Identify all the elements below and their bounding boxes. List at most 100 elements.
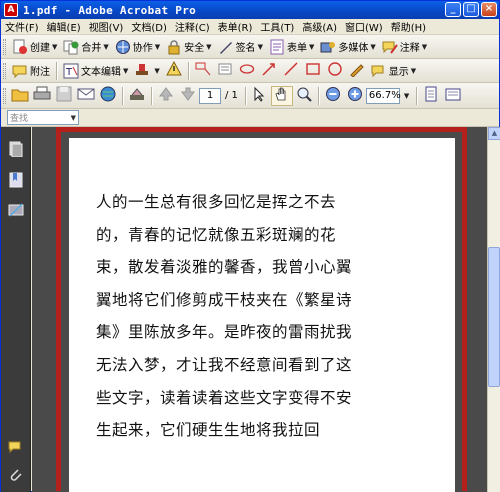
signatures-panel-icon[interactable]	[8, 202, 24, 218]
toolbar-separator	[187, 61, 189, 80]
show-label: 显示	[388, 67, 409, 78]
zoom-out-button[interactable]	[322, 86, 344, 106]
vertical-scrollbar[interactable]: ▲	[487, 127, 500, 492]
sticky-note-button[interactable]: 附注	[9, 61, 53, 81]
collaborate-button[interactable]: 协作 ▼	[112, 37, 163, 57]
menu-view[interactable]: 视图(V)	[85, 19, 128, 34]
acrobat-app-icon[interactable]: A	[4, 3, 18, 17]
save-button[interactable]	[53, 86, 75, 106]
show-comments-icon	[371, 63, 387, 79]
zoom-level-field[interactable]: 66.7%	[365, 87, 401, 104]
page-total-label: / 1	[225, 90, 238, 101]
chevron-down-icon: ▼	[154, 42, 161, 51]
chevron-down-icon: ▼	[206, 42, 212, 51]
multimedia-button[interactable]: 多媒体 ▼	[317, 37, 378, 57]
scroll-up-arrow-icon[interactable]: ▲	[488, 127, 500, 140]
stamp-icon	[134, 63, 150, 79]
minimize-button[interactable]: _	[445, 2, 461, 17]
toolbar-grip[interactable]	[3, 38, 6, 55]
chevron-down-icon: ▼	[410, 66, 417, 75]
pages-panel-icon[interactable]	[8, 141, 24, 158]
zoom-in-icon	[347, 86, 363, 106]
menu-window[interactable]: 窗口(W)	[341, 19, 387, 34]
sticky-note-label: 附注	[30, 67, 50, 78]
open-button[interactable]	[9, 86, 31, 106]
folder-open-icon	[11, 86, 29, 106]
text-box-tool-button[interactable]	[214, 61, 236, 81]
toolbar-grip[interactable]	[3, 87, 6, 104]
sticky-note-icon	[12, 63, 28, 79]
maximize-button[interactable]: □	[463, 2, 479, 17]
scrollbar-thumb[interactable]	[488, 247, 500, 387]
comments-panel-icon[interactable]	[8, 439, 24, 455]
menu-comments[interactable]: 注释(C)	[171, 19, 214, 34]
text-edits-button[interactable]: T 文本编辑 ▼	[60, 61, 131, 81]
marquee-zoom-button[interactable]	[293, 86, 315, 106]
toolbar-separator	[122, 86, 123, 105]
forms-button[interactable]: 表单 ▼	[266, 37, 317, 57]
print-button[interactable]	[31, 86, 53, 106]
text-edit-icon: T	[63, 63, 79, 79]
printer-icon	[33, 86, 51, 106]
chevron-down-icon: ▼	[52, 42, 58, 51]
chevron-down-icon: ▼	[123, 66, 129, 75]
highlight-text-button[interactable]	[163, 60, 185, 81]
document-text-line: 些文字，读着读着这些文字变得不安	[96, 388, 353, 407]
fit-page-button[interactable]	[420, 86, 442, 106]
sign-label: 签名	[235, 43, 256, 54]
title-bar[interactable]: A 1.pdf - Adobe Acrobat Pro _ □ ×	[1, 1, 499, 19]
web-button[interactable]	[97, 86, 119, 106]
hand-tool-button[interactable]	[270, 85, 293, 106]
callout-tool-button[interactable]	[192, 61, 214, 81]
menu-advanced[interactable]: 高级(A)	[298, 19, 341, 34]
cloud-tool-button[interactable]	[236, 61, 258, 81]
arrow-tool-button[interactable]	[258, 61, 280, 81]
palette-icon	[129, 86, 145, 106]
attachments-paperclip-icon[interactable]	[8, 467, 24, 483]
form-icon	[269, 39, 285, 55]
sign-button[interactable]: 签名 ▼	[215, 37, 266, 57]
document-body-text: 人的一生总有很多回忆是挥之不去 的，青春的记忆就像五彩斑斓的花 束，散发着淡雅的…	[96, 186, 356, 447]
email-button[interactable]	[75, 86, 97, 106]
chevron-down-icon: ▼	[103, 42, 109, 51]
envelope-icon	[77, 86, 95, 106]
combine-files-button[interactable]: 合并 ▼	[60, 37, 111, 57]
menu-forms[interactable]: 表单(R)	[214, 19, 257, 34]
comment-label: 注释	[399, 43, 420, 54]
zoom-dropdown-chevron-icon[interactable]: ▼	[404, 92, 409, 100]
menu-file[interactable]: 文件(F)	[1, 19, 43, 34]
forms-label: 表单	[286, 43, 307, 54]
next-page-button[interactable]	[177, 86, 199, 106]
pencil-tool-button[interactable]	[346, 61, 368, 81]
page-number-input[interactable]: 1	[199, 87, 221, 104]
acrobat-window: A 1.pdf - Adobe Acrobat Pro _ □ × 文件(F) …	[0, 0, 500, 492]
close-button[interactable]: ×	[481, 2, 497, 17]
highlight-frame: 人的一生总有很多回忆是挥之不去 的，青春的记忆就像五彩斑斓的花 束，散发着淡雅的…	[56, 127, 467, 492]
text-edits-label: 文本编辑	[81, 67, 121, 78]
chevron-down-icon: ▼	[308, 42, 315, 51]
bookmarks-panel-icon[interactable]	[8, 172, 24, 188]
fit-width-button[interactable]	[442, 86, 464, 106]
svg-text:T: T	[65, 67, 73, 78]
menu-edit[interactable]: 编辑(E)	[43, 19, 85, 34]
menu-help[interactable]: 帮助(H)	[387, 19, 430, 34]
menu-document[interactable]: 文档(D)	[127, 19, 171, 34]
search-dropdown-chevron-icon[interactable]: ▼	[71, 114, 76, 122]
toolbar-grip[interactable]	[3, 62, 6, 79]
secure-button[interactable]: 安全 ▼	[163, 37, 214, 57]
show-button[interactable]: 显示 ▼	[368, 61, 419, 81]
zoom-in-button[interactable]	[344, 86, 366, 106]
select-tool-button[interactable]	[249, 86, 271, 106]
create-pdf-button[interactable]: 创建 ▼	[9, 37, 60, 57]
line-icon	[283, 61, 299, 81]
pdf-page[interactable]: 人的一生总有很多回忆是挥之不去 的，青春的记忆就像五彩斑斓的花 束，散发着淡雅的…	[69, 138, 455, 492]
search-input[interactable]: 查找 ▼	[7, 110, 79, 125]
stamp-button[interactable]: ▼	[131, 61, 162, 81]
comment-button[interactable]: 注释 ▼	[379, 37, 430, 57]
oval-tool-button[interactable]	[324, 61, 346, 81]
reading-mode-button[interactable]	[126, 86, 148, 106]
rectangle-tool-button[interactable]	[302, 61, 324, 81]
menu-tools[interactable]: 工具(T)	[256, 19, 298, 34]
line-tool-button[interactable]	[280, 61, 302, 81]
previous-page-button[interactable]	[155, 86, 177, 106]
